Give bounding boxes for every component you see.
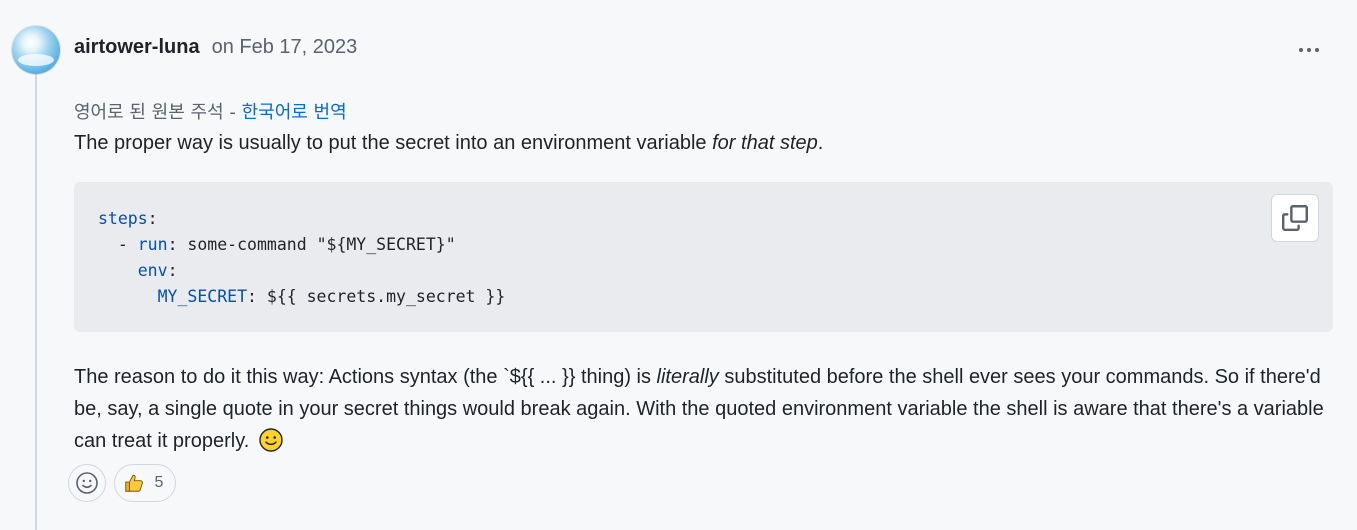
code-line: steps: [98, 209, 158, 228]
comment-paragraph-1: The proper way is usually to put the sec… [74, 130, 823, 156]
paragraph-2-text: The reason to do it this way: Actions sy… [74, 366, 657, 388]
translation-note-text: 영어로 된 원본 주석 - [74, 102, 242, 123]
avatar[interactable] [12, 26, 60, 74]
thumbs-up-icon [124, 474, 143, 492]
translate-link[interactable]: 한국어로 번역 [242, 102, 347, 123]
translation-note: 영어로 된 원본 주석 - 한국어로 번역 [74, 98, 347, 124]
paragraph-1-text: The proper way is usually to put the sec… [74, 132, 713, 154]
paragraph-1-emphasis: for that step [712, 132, 818, 154]
code-content: steps: - run: some-command "${MY_SECRET}… [98, 206, 505, 310]
copy-icon [1282, 205, 1308, 231]
code-line: env: [137, 261, 178, 280]
code-line: - run: some-command "${MY_SECRET}" [98, 235, 456, 254]
thumbs-up-reaction-button[interactable]: 5 [114, 464, 176, 502]
add-reaction-button[interactable] [68, 464, 106, 502]
code-block: steps: - run: some-command "${MY_SECRET}… [74, 182, 1333, 332]
timeline-line [35, 70, 37, 530]
more-options-button[interactable] [1290, 36, 1328, 64]
smiley-icon [76, 472, 98, 494]
slightly-smiling-face-icon [259, 428, 283, 452]
reactions-bar: 5 [68, 464, 176, 502]
paragraph-2-emphasis: literally [656, 366, 719, 388]
copy-button[interactable] [1271, 194, 1319, 242]
kebab-horizontal-icon [1299, 48, 1319, 52]
code-line: MY_SECRET: ${{ secrets.my_secret }} [157, 287, 506, 306]
comment-header: airtower-luna on Feb 17, 2023 [74, 36, 357, 62]
comment-paragraph-2: The reason to do it this way: Actions sy… [74, 361, 1324, 457]
thumbs-up-count: 5 [154, 474, 164, 491]
author-name[interactable]: airtower-luna [74, 36, 200, 59]
paragraph-1-text-end: . [817, 132, 824, 154]
comment-date[interactable]: on Feb 17, 2023 [212, 36, 358, 59]
